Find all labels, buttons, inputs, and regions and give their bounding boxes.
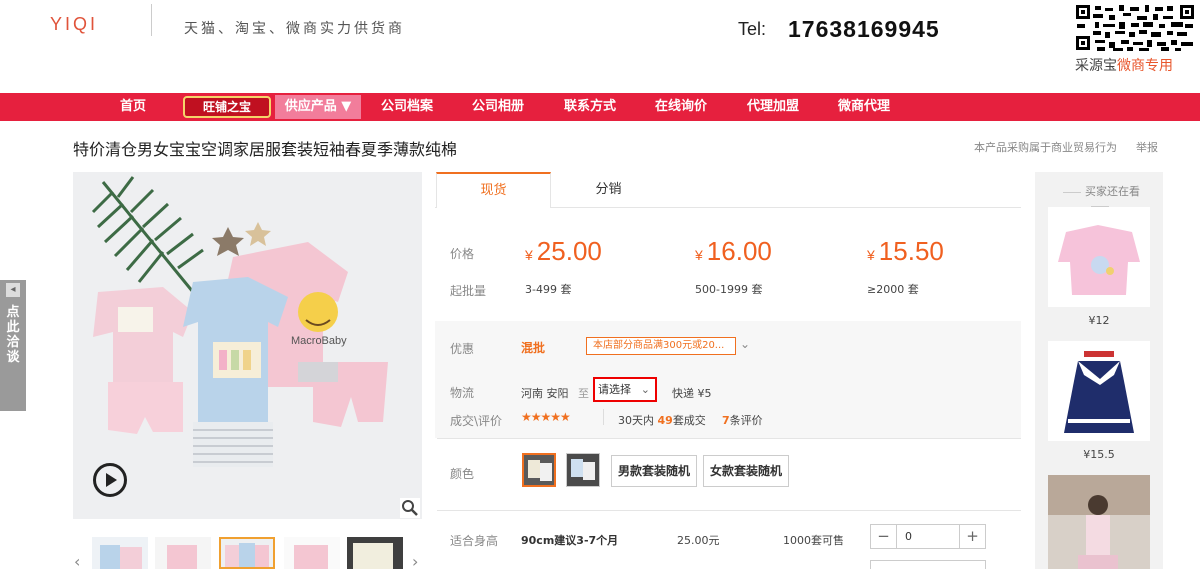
review-count: 7 — [722, 414, 730, 427]
main-product-image[interactable]: MacroBaby — [73, 172, 422, 519]
size-price: 25.00元 — [677, 534, 720, 547]
qr-caption-a: 采源宝 — [1075, 58, 1117, 74]
thumbnail[interactable] — [219, 537, 275, 569]
nav-shop-treasure[interactable]: 旺铺之宝 — [183, 96, 271, 118]
price-label: 价格 — [450, 247, 475, 261]
qr-caption-b: 微商专用 — [1117, 58, 1173, 74]
option-male-random[interactable]: 男款套装随机 — [611, 455, 698, 487]
also-viewed-item-image[interactable] — [1048, 475, 1150, 569]
size-label: 适合身高 — [450, 534, 499, 548]
thumbnail[interactable] — [92, 537, 148, 569]
svg-text:MacroBaby: MacroBaby — [291, 335, 347, 347]
tab-spot[interactable]: 现货 — [436, 172, 551, 208]
color-swatch-1[interactable] — [522, 453, 556, 487]
qr-code-icon — [1075, 4, 1195, 52]
divider — [437, 510, 1021, 511]
quantity-stepper: − 0 + — [870, 524, 986, 549]
currency-symbol: ¥ — [867, 247, 875, 263]
price-tier-3: ¥15.50 — [867, 236, 944, 267]
quantity-stepper-next — [870, 560, 986, 569]
chat-float-tab[interactable]: ◂ 点此洽谈 — [0, 280, 26, 411]
also-viewed-item-price: ¥15.5 — [1083, 448, 1115, 461]
destination-select-label: 请选择 — [598, 383, 631, 396]
deal-days: 30天内 — [618, 414, 654, 427]
product-photo: MacroBaby — [73, 172, 422, 519]
color-swatch-2[interactable] — [566, 453, 600, 487]
chevron-left-icon[interactable]: ‹ — [74, 552, 80, 569]
deal-label: 成交\评价 — [450, 414, 503, 428]
logistics-label: 物流 — [450, 386, 475, 400]
product-title: 特价清仓男女宝宝空调家居服套装短袖春夏季薄款纯棉 — [73, 140, 458, 159]
express-fee: 快递 ¥5 — [672, 387, 712, 400]
promo-coupon[interactable]: 本店部分商品满300元或20... — [586, 337, 736, 355]
nav-supply-products[interactable]: 供应产品 ▼ — [275, 95, 361, 119]
chevron-down-icon[interactable]: ⌄ — [740, 337, 750, 351]
tel-label: Tel: — [738, 19, 767, 39]
thumbnail[interactable] — [284, 537, 340, 569]
review-summary[interactable]: 7条评价 — [722, 412, 763, 428]
size-name: 90cm建议3-7个月 — [521, 534, 619, 547]
ship-to-word: 至 — [578, 387, 589, 400]
ship-from: 河南 安阳 — [521, 387, 569, 400]
nav-agent-join[interactable]: 代理加盟 — [747, 93, 799, 121]
increment-button[interactable]: + — [959, 525, 985, 548]
header-slogan: 天猫、淘宝、微商实力供货商 — [184, 21, 405, 37]
deal-count: 49 — [657, 414, 673, 427]
tab-distribution[interactable]: 分销 — [551, 172, 666, 208]
quantity-input[interactable]: 0 — [905, 525, 912, 548]
thumbnail[interactable] — [155, 537, 211, 569]
play-icon — [106, 473, 117, 487]
chevron-right-icon[interactable]: › — [412, 552, 418, 569]
nav-wechat-agent[interactable]: 微商代理 — [838, 93, 890, 121]
zoom-icon[interactable] — [400, 498, 420, 518]
decrement-button[interactable]: − — [871, 525, 897, 548]
report-link[interactable]: 举报 — [1136, 139, 1158, 155]
destination-select[interactable]: 请选择 ⌄ — [593, 377, 657, 402]
also-viewed-item-price: ¥12 — [1088, 314, 1110, 327]
nav-contact[interactable]: 联系方式 — [564, 93, 616, 121]
price-value: 15.50 — [878, 236, 944, 266]
moq-label: 起批量 — [450, 284, 487, 298]
nav-company-album[interactable]: 公司相册 — [472, 93, 524, 121]
deal-summary: 30天内 49套成交 — [618, 412, 706, 428]
tier-qty-2: 500-1999 套 — [695, 283, 763, 296]
play-video-button[interactable] — [93, 463, 127, 497]
site-logo[interactable]: YIQI — [50, 14, 98, 35]
tier-qty-1: 3-499 套 — [525, 283, 572, 296]
qr-caption: 采源宝微商专用 — [1075, 55, 1173, 75]
price-value: 16.00 — [706, 236, 772, 266]
price-value: 25.00 — [536, 236, 602, 266]
trade-notice: 本产品采购属于商业贸易行为 — [974, 141, 1117, 154]
rating-stars: ★★★★★ — [521, 410, 571, 424]
divider — [603, 409, 604, 425]
option-female-random[interactable]: 女款套装随机 — [703, 455, 790, 487]
chevron-left-icon[interactable]: ◂ — [6, 283, 20, 297]
size-stock: 1000套可售 — [783, 534, 844, 547]
also-viewed-item-image[interactable] — [1048, 341, 1150, 441]
mixed-batch-tag: 混批 — [521, 341, 546, 355]
chat-float-label: 点此洽谈 — [6, 305, 20, 365]
also-viewed-item-image[interactable] — [1048, 207, 1150, 307]
tier-qty-3: ≥2000 套 — [867, 283, 919, 296]
review-suffix: 条评价 — [729, 414, 763, 427]
price-tier-2: ¥16.00 — [695, 236, 772, 267]
thumbnail[interactable] — [347, 537, 403, 569]
nav-company-profile[interactable]: 公司档案 — [381, 93, 433, 121]
currency-symbol: ¥ — [525, 247, 533, 263]
main-nav: 首页 旺铺之宝 供应产品 ▼ 公司档案 公司相册 联系方式 在线询价 代理加盟 … — [0, 93, 1200, 121]
price-tier-1: ¥25.00 — [525, 236, 602, 267]
color-label: 颜色 — [450, 467, 475, 481]
currency-symbol: ¥ — [695, 247, 703, 263]
chevron-down-icon: ⌄ — [640, 383, 650, 396]
deal-count-suffix: 套成交 — [672, 414, 706, 427]
nav-online-inquiry[interactable]: 在线询价 — [655, 93, 707, 121]
header-divider — [151, 4, 152, 36]
promo-label: 优惠 — [450, 342, 475, 356]
tel-number: 17638169945 — [788, 16, 940, 42]
nav-home[interactable]: 首页 — [120, 93, 146, 121]
divider — [437, 438, 1021, 439]
